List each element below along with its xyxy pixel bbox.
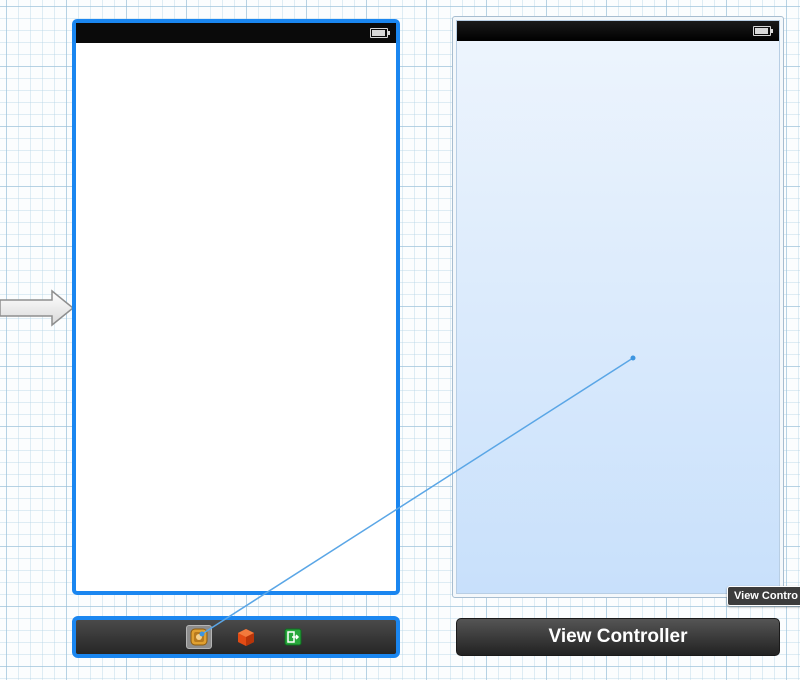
- connection-start-point: [199, 631, 205, 637]
- connection-line: [199, 355, 636, 637]
- connection-end-point: [630, 355, 636, 361]
- connection-line-stroke: [201, 357, 634, 635]
